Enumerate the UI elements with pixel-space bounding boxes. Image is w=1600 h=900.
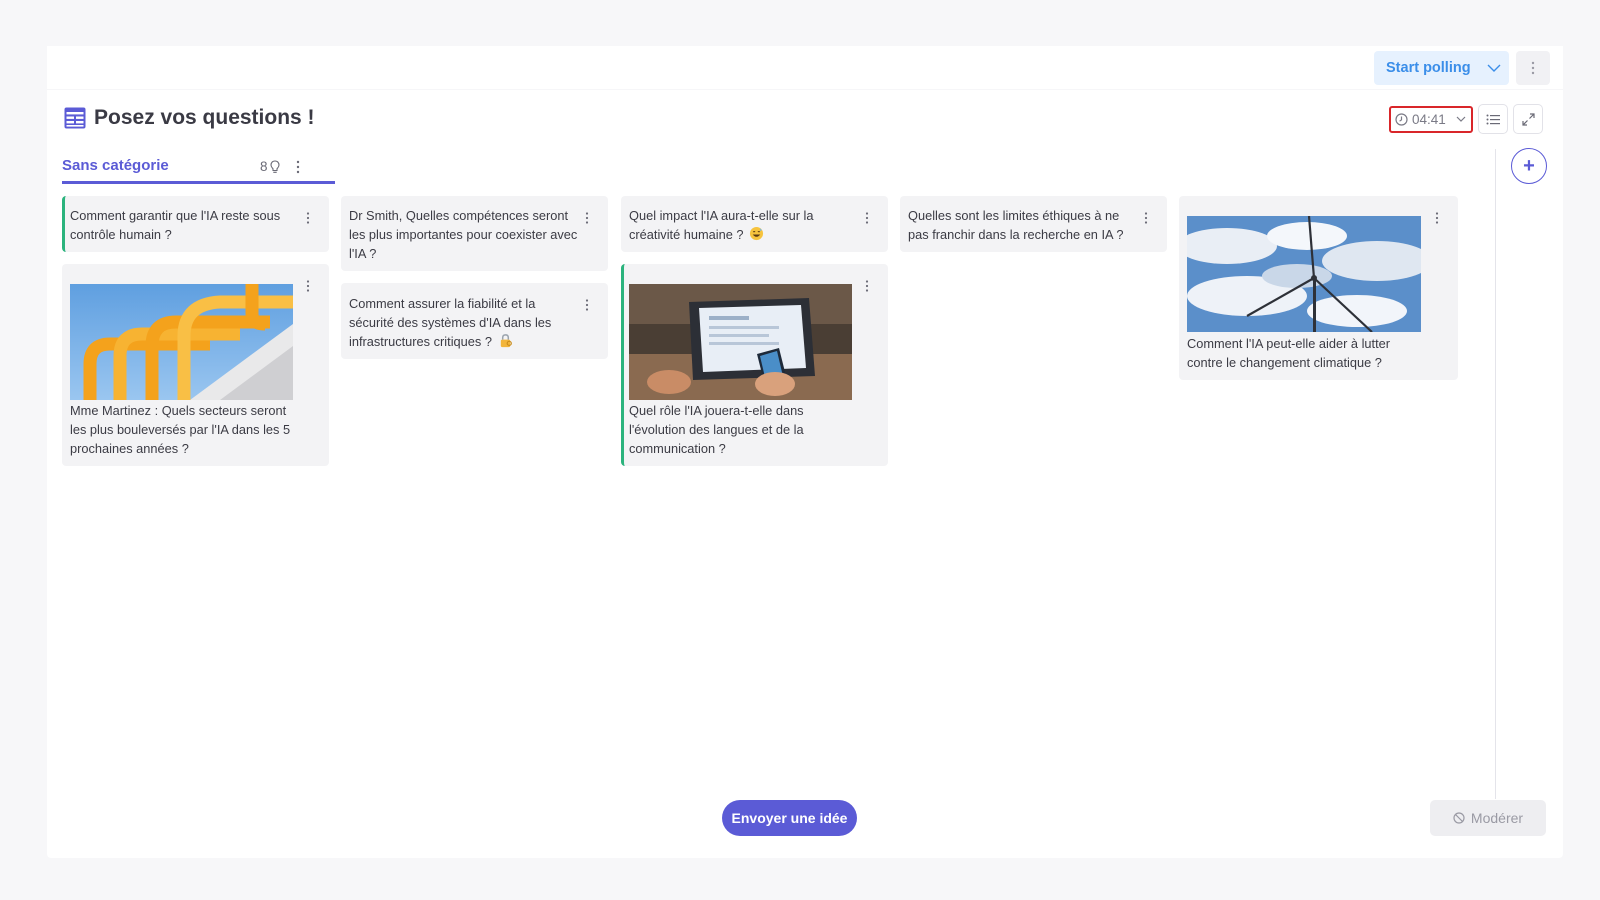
card-options-icon[interactable] — [303, 277, 313, 295]
idea-text: Comment garantir que l'IA reste sous con… — [70, 208, 281, 242]
card-options-icon[interactable] — [1432, 209, 1442, 227]
laptop-phone-photo — [629, 284, 852, 400]
idea-card[interactable]: Comment l'IA peut-elle aider à lutter co… — [1179, 196, 1458, 380]
top-toolbar: Start polling — [47, 46, 1563, 90]
wind-turbine-photo — [1187, 216, 1421, 332]
card-options-icon[interactable] — [862, 277, 872, 295]
idea-text-content: Comment assurer la fiabilité et la sécur… — [349, 296, 552, 349]
idea-card[interactable]: Comment garantir que l'IA reste sous con… — [62, 196, 329, 252]
tab-sans-categorie[interactable]: Sans catégorie 8 — [62, 149, 335, 184]
send-idea-button[interactable]: Envoyer une idée — [722, 800, 857, 836]
chevron-down-icon — [1456, 116, 1466, 122]
board-header: Posez vos questions ! — [64, 106, 315, 130]
moderate-label: Modérer — [1470, 810, 1524, 826]
card-options-icon[interactable] — [1141, 209, 1151, 227]
start-polling-button[interactable]: Start polling — [1374, 51, 1509, 85]
start-polling-label: Start polling — [1386, 60, 1471, 76]
idea-card[interactable]: Quel rôle l'IA jouera-t-elle dans l'évol… — [621, 264, 888, 466]
idea-card[interactable]: Dr Smith, Quelles compétences seront les… — [341, 196, 608, 271]
lightbulb-icon — [269, 159, 280, 173]
idea-card[interactable]: Quel impact l'IA aura-t-elle sur la créa… — [621, 196, 888, 252]
column-divider — [1495, 149, 1496, 799]
fullscreen-button[interactable] — [1513, 104, 1543, 134]
idea-card[interactable]: Comment assurer la fiabilité et la sécur… — [341, 283, 608, 359]
timer-dropdown[interactable]: 04:41 — [1389, 106, 1473, 133]
idea-count: 8 — [260, 159, 280, 174]
tab-options-icon[interactable] — [291, 158, 305, 176]
idea-text: Quelles sont les limites éthiques à ne p… — [908, 208, 1124, 242]
idea-text: Dr Smith, Quelles compétences seront les… — [349, 208, 578, 261]
idea-text-content: Quel impact l'IA aura-t-elle sur la créa… — [629, 208, 814, 242]
moderate-button[interactable]: Modérer — [1430, 800, 1546, 836]
card-options-icon[interactable] — [582, 296, 592, 314]
card-options-icon[interactable] — [862, 209, 872, 227]
list-view-button[interactable] — [1478, 104, 1508, 134]
add-category-button[interactable]: + — [1511, 148, 1547, 184]
block-icon — [1453, 812, 1465, 824]
timer-value: 04:41 — [1412, 112, 1446, 127]
plus-icon: + — [1523, 154, 1535, 177]
orange-pipes-photo — [70, 284, 293, 400]
idea-text: Comment l'IA peut-elle aider à lutter co… — [1187, 336, 1391, 370]
card-options-icon[interactable] — [303, 209, 313, 227]
list-icon — [1486, 114, 1500, 124]
card-options-icon[interactable] — [582, 209, 592, 227]
idea-text: Quel impact l'IA aura-t-elle sur la créa… — [629, 206, 858, 244]
expand-icon — [1521, 112, 1535, 126]
more-options-icon[interactable] — [1516, 51, 1550, 85]
lock-with-key-emoji — [500, 334, 512, 348]
clock-icon — [1395, 113, 1408, 126]
idea-text: Quel rôle l'IA jouera-t-elle dans l'évol… — [629, 403, 804, 456]
board-panel: Start polling Posez vos questions ! 04:4… — [47, 46, 1563, 858]
chevron-down-icon[interactable] — [1479, 64, 1509, 73]
idea-text: Mme Martinez : Quels secteurs seront les… — [70, 403, 291, 456]
page-title: Posez vos questions ! — [94, 106, 315, 129]
idea-count-value: 8 — [260, 159, 268, 174]
board-grid-icon — [64, 107, 86, 129]
tab-label: Sans catégorie — [62, 156, 169, 174]
idea-card[interactable]: Mme Martinez : Quels secteurs seront les… — [62, 264, 329, 466]
idea-card[interactable]: Quelles sont les limites éthiques à ne p… — [900, 196, 1167, 252]
idea-text: Comment assurer la fiabilité et la sécur… — [349, 294, 578, 351]
grinning-sweat-emoji — [750, 226, 764, 241]
